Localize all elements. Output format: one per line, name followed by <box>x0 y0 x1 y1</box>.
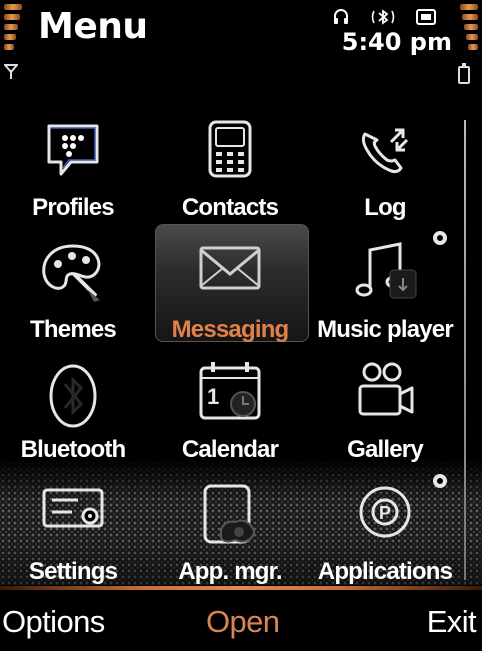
menu-item-applications[interactable]: P Applications <box>305 482 465 602</box>
options-softkey[interactable]: Options <box>2 604 105 640</box>
menu-item-label: Log <box>364 194 406 221</box>
antenna-icon <box>2 64 20 84</box>
menu-item-app-manager[interactable]: App. mgr. <box>150 482 310 602</box>
music-note-icon <box>355 242 417 299</box>
message-icon <box>416 9 436 25</box>
status-icons <box>332 6 452 30</box>
app-manager-icon <box>203 484 255 544</box>
menu-item-bluetooth[interactable]: Bluetooth <box>0 360 153 480</box>
menu-item-label: Applications <box>317 558 453 585</box>
svg-text:1: 1 <box>207 384 219 409</box>
menu-item-label: Themes <box>30 316 117 343</box>
menu-item-label: Bluetooth <box>20 436 127 463</box>
menu-item-log[interactable]: Log <box>305 118 465 238</box>
page-title: Menu <box>38 6 148 47</box>
menu-item-label: App. mgr. <box>178 558 282 585</box>
contacts-phone-icon <box>208 120 252 178</box>
envelope-icon <box>199 246 261 290</box>
menu-item-label: Music player <box>317 316 454 343</box>
headset-icon <box>334 9 348 24</box>
exit-softkey[interactable]: Exit <box>427 604 477 640</box>
softkey-bar: Options Open Exit <box>0 590 482 651</box>
bbm-chat-icon <box>47 124 99 176</box>
menu-item-gallery[interactable]: Gallery <box>305 360 465 480</box>
palette-icon <box>42 244 101 302</box>
menu-item-themes[interactable]: Themes <box>0 240 153 360</box>
battery-icon <box>458 63 470 84</box>
menu-item-label: Calendar <box>181 436 279 463</box>
settings-icon <box>42 488 104 528</box>
calendar-icon: 1 <box>199 362 261 420</box>
signal-strength-icon <box>4 4 24 56</box>
menu-item-music-player[interactable]: Music player <box>305 240 465 360</box>
bluetooth-icon <box>49 364 97 428</box>
svg-text:P: P <box>379 503 391 523</box>
menu-item-contacts[interactable]: Contacts <box>150 118 310 238</box>
call-log-icon <box>361 128 409 174</box>
camera-icon <box>358 362 414 416</box>
open-softkey[interactable]: Open <box>206 604 280 640</box>
bluetooth-icon <box>371 9 395 25</box>
battery-level-icon <box>458 4 478 56</box>
menu-item-profiles[interactable]: Profiles <box>0 118 153 238</box>
applications-icon: P <box>359 486 411 538</box>
menu-item-settings[interactable]: Settings <box>0 482 153 602</box>
menu-item-label: Profiles <box>32 194 114 221</box>
menu-item-label: Settings <box>28 558 118 585</box>
menu-item-messaging[interactable]: Messaging <box>150 240 310 360</box>
menu-item-calendar[interactable]: 1 Calendar <box>150 360 310 480</box>
menu-item-label: Gallery <box>347 436 424 463</box>
clock: 5:40 pm <box>341 28 452 56</box>
menu-item-label: Messaging <box>171 316 290 343</box>
menu-item-label: Contacts <box>181 194 279 221</box>
phone-screen: Menu 5:40 pm Profiles Contacts Log Theme… <box>0 0 482 651</box>
